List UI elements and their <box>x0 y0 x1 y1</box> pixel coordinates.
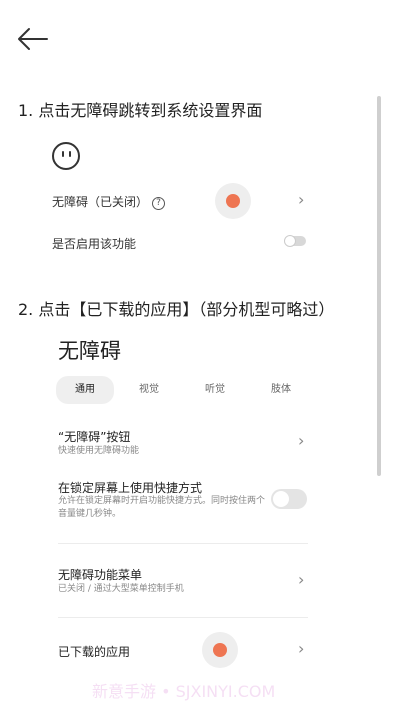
tab-physical[interactable]: 肢体 <box>256 376 306 404</box>
tab-hearing[interactable]: 听觉 <box>190 376 240 404</box>
enable-feature-toggle[interactable] <box>284 235 306 247</box>
chevron-right-icon[interactable]: › <box>298 570 304 589</box>
tab-vision[interactable]: 视觉 <box>124 376 174 404</box>
step2-title: 2. 点击【已下载的应用】（部分机型可略过） <box>18 300 335 319</box>
face-eye-right <box>69 151 71 157</box>
tap-dot <box>226 194 240 208</box>
face-icon <box>52 142 80 170</box>
lockscreen-shortcut-item[interactable]: 在锁定屏幕上使用快捷方式 <box>58 479 202 496</box>
help-icon[interactable]: ? <box>152 197 166 210</box>
chevron-right-icon[interactable]: › <box>298 639 304 658</box>
lockscreen-shortcut-subtitle: 允许在锁定屏幕时开启功能快捷方式。同时按住两个音量键几秒钟。 <box>58 496 266 519</box>
scrollbar[interactable] <box>377 96 381 476</box>
toggle-knob <box>273 491 289 507</box>
toggle-knob <box>284 235 296 247</box>
page-title: 无障碍 <box>58 339 121 363</box>
back-arrow-icon[interactable] <box>16 26 50 52</box>
tab-bar: 通用 视觉 听觉 肢体 <box>56 376 310 404</box>
watermark: 新意手游 • SJXINYI.COM <box>92 682 276 701</box>
accessibility-row-label: 无障碍（已关闭） <box>52 195 149 209</box>
accessibility-button-subtitle: 快速使用无障碍功能 <box>58 446 140 456</box>
tap-indicator <box>202 632 238 668</box>
enable-feature-label: 是否启用该功能 <box>52 237 137 251</box>
accessibility-menu-item[interactable]: 无障碍功能菜单 <box>58 566 142 583</box>
accessibility-menu-subtitle: 已关闭 / 通过大型菜单控制手机 <box>58 584 184 594</box>
chevron-right-icon[interactable]: › <box>298 431 304 450</box>
divider <box>58 617 308 618</box>
lockscreen-shortcut-toggle[interactable] <box>271 489 307 509</box>
tap-indicator <box>215 183 251 219</box>
tab-general[interactable]: 通用 <box>56 376 114 404</box>
face-eye-left <box>62 151 64 157</box>
chevron-right-icon[interactable]: › <box>298 190 304 209</box>
step1-title: 1. 点击无障碍跳转到系统设置界面 <box>18 101 263 120</box>
accessibility-row[interactable]: 无障碍（已关闭）? <box>52 193 166 210</box>
tap-dot <box>213 643 227 657</box>
downloaded-apps-item[interactable]: 已下载的应用 <box>58 643 130 660</box>
accessibility-button-item[interactable]: “无障碍”按钮 <box>58 428 130 445</box>
divider <box>58 543 308 544</box>
